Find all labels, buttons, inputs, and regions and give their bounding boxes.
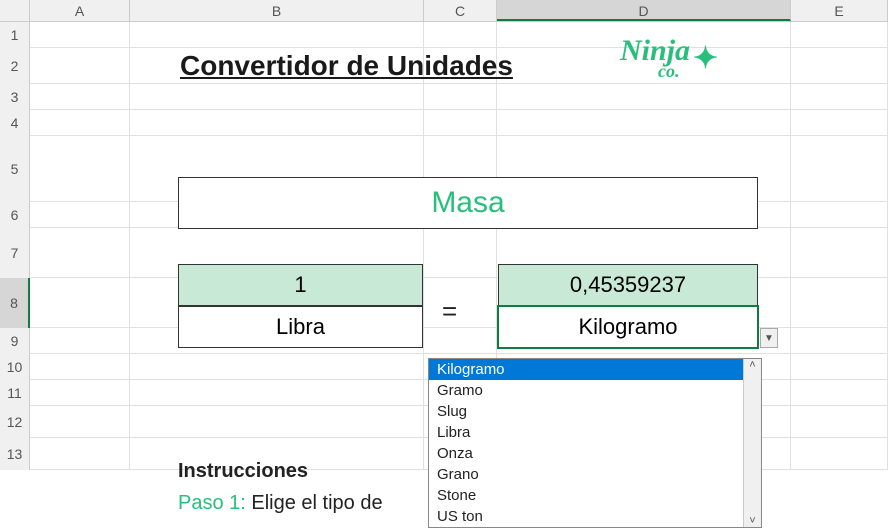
cell-E1[interactable] (791, 22, 888, 47)
category-select[interactable]: Masa (178, 177, 758, 229)
cell-A7[interactable] (30, 228, 130, 277)
instructions-step-1: Paso 1: Elige el tipo de (178, 492, 383, 515)
row-header-2[interactable]: 2 (0, 48, 30, 84)
cell-E10[interactable] (791, 354, 888, 379)
col-header-E[interactable]: E (791, 0, 888, 21)
cell-E3[interactable] (791, 84, 888, 109)
cell-B4[interactable] (130, 110, 424, 135)
chevron-down-icon: ▼ (764, 333, 774, 344)
cell-A1[interactable] (30, 22, 130, 47)
dropdown-scrollbar[interactable]: ˄ ˅ (743, 359, 761, 527)
row-header-3[interactable]: 3 (0, 84, 30, 110)
cell-C8[interactable] (424, 278, 497, 327)
cell-B3[interactable] (130, 84, 424, 109)
cell-C1[interactable] (424, 22, 497, 47)
row-header-7[interactable]: 7 (0, 228, 30, 278)
cell-C4[interactable] (424, 110, 497, 135)
output-unit[interactable]: Kilogramo (498, 306, 758, 348)
cell-B12[interactable] (130, 406, 424, 437)
cell-E2[interactable] (791, 48, 888, 83)
row-header-8[interactable]: 8 (0, 278, 30, 328)
row-header-11[interactable]: 11 (0, 380, 30, 406)
cell-A10[interactable] (30, 354, 130, 379)
input-unit[interactable]: Libra (178, 306, 423, 348)
dropdown-button[interactable]: ▼ (760, 328, 778, 348)
cell-D3[interactable] (497, 84, 791, 109)
row-header-10[interactable]: 10 (0, 354, 30, 380)
input-value[interactable]: 1 (178, 264, 423, 306)
cell-A9[interactable] (30, 328, 130, 353)
dropdown-option[interactable]: Slug (429, 401, 761, 422)
dropdown-option[interactable]: US ton (429, 506, 761, 527)
logo: Ninja ✦ co. (620, 38, 690, 79)
step-label: Paso 1: (178, 492, 246, 514)
cell-D4[interactable] (497, 110, 791, 135)
instructions-heading: Instrucciones (178, 460, 308, 483)
cell-E13[interactable] (791, 438, 888, 469)
cell-E6[interactable] (791, 202, 888, 227)
col-header-B[interactable]: B (130, 0, 424, 21)
output-value[interactable]: 0,45359237 (498, 264, 758, 306)
cell-E8[interactable] (791, 278, 888, 327)
cell-A4[interactable] (30, 110, 130, 135)
row-header-9[interactable]: 9 (0, 328, 30, 354)
cell-A3[interactable] (30, 84, 130, 109)
row-header-13[interactable]: 13 (0, 438, 30, 470)
dropdown-list[interactable]: Kilogramo Gramo Slug Libra Onza Grano St… (428, 358, 762, 528)
page-title: Convertidor de Unidades (180, 50, 513, 82)
sparkle-icon: ✦ (693, 46, 718, 72)
cell-E9[interactable] (791, 328, 888, 353)
row-header-4[interactable]: 4 (0, 110, 30, 136)
step-text: Elige el tipo de (246, 492, 383, 514)
cell-A11[interactable] (30, 380, 130, 405)
row-header-1[interactable]: 1 (0, 22, 30, 48)
cell-A2[interactable] (30, 48, 130, 83)
cell-B11[interactable] (130, 380, 424, 405)
cell-B10[interactable] (130, 354, 424, 379)
row-header-6[interactable]: 6 (0, 202, 30, 228)
chevron-up-icon[interactable]: ˄ (749, 359, 755, 371)
select-all-corner[interactable] (0, 0, 30, 21)
cell-E4[interactable] (791, 110, 888, 135)
cell-C9[interactable] (424, 328, 497, 353)
row-header-12[interactable]: 12 (0, 406, 30, 438)
column-headers: A B C D E (0, 0, 888, 22)
dropdown-option[interactable]: Stone (429, 485, 761, 506)
logo-main: Ninja (620, 34, 690, 67)
cell-E11[interactable] (791, 380, 888, 405)
cell-E12[interactable] (791, 406, 888, 437)
chevron-down-icon[interactable]: ˅ (749, 515, 755, 527)
dropdown-option[interactable]: Gramo (429, 380, 761, 401)
dropdown-option[interactable]: Onza (429, 443, 761, 464)
dropdown-option[interactable]: Kilogramo (429, 359, 761, 380)
cell-A12[interactable] (30, 406, 130, 437)
col-header-A[interactable]: A (30, 0, 130, 21)
dropdown-option[interactable]: Libra (429, 422, 761, 443)
col-header-C[interactable]: C (424, 0, 497, 21)
dropdown-option[interactable]: Grano (429, 464, 761, 485)
cell-E7[interactable] (791, 228, 888, 277)
cell-A6[interactable] (30, 202, 130, 227)
cell-C3[interactable] (424, 84, 497, 109)
cell-C7[interactable] (424, 228, 497, 277)
col-header-D[interactable]: D (497, 0, 791, 21)
equals-sign: = (442, 296, 457, 327)
cell-E5[interactable] (791, 136, 888, 201)
row-header-5[interactable]: 5 (0, 136, 30, 202)
cell-B1[interactable] (130, 22, 424, 47)
cell-A5[interactable] (30, 136, 130, 201)
cell-A13[interactable] (30, 438, 130, 469)
cell-A8[interactable] (30, 278, 130, 327)
